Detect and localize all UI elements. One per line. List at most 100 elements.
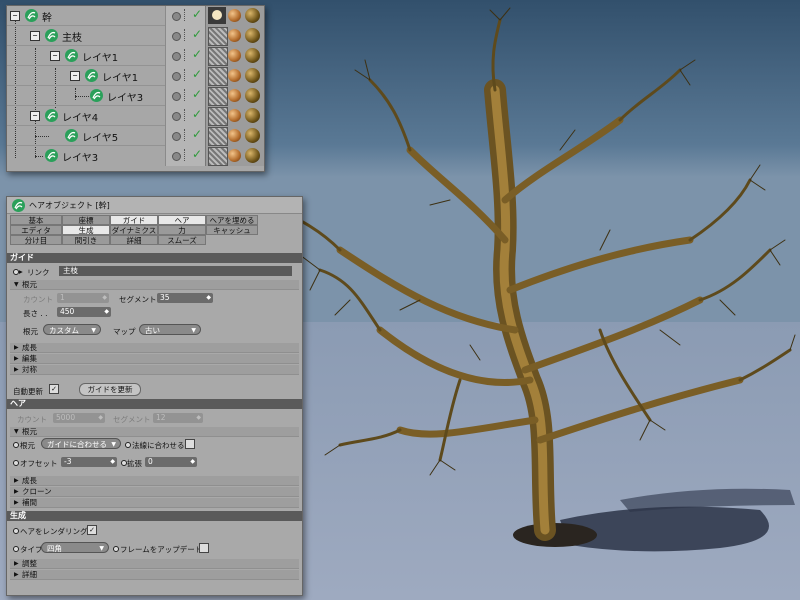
type-select[interactable]: 四角 ▼ [41, 542, 109, 553]
tab-hair[interactable]: ヘア [158, 215, 206, 225]
object-row-layer5[interactable]: レイヤ5 ✓ [7, 126, 264, 146]
object-row-trunk[interactable]: − 幹 ✓ [7, 6, 264, 26]
hair-material-icon[interactable] [208, 127, 228, 146]
extend-field[interactable]: 0 ◆ [145, 457, 197, 467]
enabled-check-icon[interactable]: ✓ [192, 47, 202, 61]
collapse-toggle[interactable]: − [10, 11, 20, 21]
collapse-toggle[interactable]: − [30, 111, 40, 121]
offset-animate-radio[interactable] [13, 460, 19, 466]
enabled-check-icon[interactable]: ✓ [192, 87, 202, 101]
group-clone[interactable]: ▶ クローン [10, 487, 299, 497]
tab-basic[interactable]: 基本 [10, 215, 62, 225]
render-dot[interactable] [184, 49, 189, 61]
group-root[interactable]: ▼ 根元 [10, 280, 299, 290]
tab-details[interactable]: 詳細 [110, 235, 158, 245]
auto-update-checkbox[interactable]: ✓ [49, 384, 59, 394]
enabled-check-icon[interactable]: ✓ [192, 147, 202, 161]
render-dot[interactable] [184, 149, 189, 161]
tab-fill-hair[interactable]: ヘアを埋める [206, 215, 258, 225]
object-row-layer3[interactable]: レイヤ3 ✓ [7, 86, 264, 106]
group-symmetry[interactable]: ▶ 対称 [10, 365, 299, 375]
material-ball-icon[interactable] [245, 48, 260, 63]
visibility-dot[interactable] [172, 32, 181, 41]
tab-editor[interactable]: エディタ [10, 225, 62, 235]
material-ball-icon[interactable] [245, 28, 260, 43]
guide-segment-field[interactable]: 35 ◆ [157, 293, 213, 303]
update-frame-checkbox[interactable] [199, 543, 209, 553]
group-hair-growth[interactable]: ▶ 成長 [10, 476, 299, 486]
link-field[interactable]: 主枝 [59, 266, 292, 276]
render-hair-checkbox[interactable]: ✓ [87, 525, 97, 535]
visibility-dot[interactable] [172, 132, 181, 141]
enabled-check-icon[interactable]: ✓ [192, 107, 202, 121]
enabled-check-icon[interactable]: ✓ [192, 67, 202, 81]
hair-material-icon[interactable] [208, 87, 228, 106]
root-animate-radio[interactable] [13, 442, 19, 448]
material-ball-icon[interactable] [228, 149, 241, 162]
material-ball-icon[interactable] [228, 29, 241, 42]
normal-animate-radio[interactable] [125, 442, 131, 448]
material-ball-icon[interactable] [245, 68, 260, 83]
collapse-toggle[interactable]: − [50, 51, 60, 61]
hair-material-icon[interactable] [208, 27, 228, 46]
visibility-dot[interactable] [172, 112, 181, 121]
length-field[interactable]: 450 ◆ [57, 307, 111, 317]
align-normal-checkbox[interactable] [185, 439, 195, 449]
enabled-check-icon[interactable]: ✓ [192, 7, 202, 21]
tab-parting[interactable]: 分け目 [10, 235, 62, 245]
material-ball-icon[interactable] [228, 89, 241, 102]
expand-arrow-icon[interactable]: ▸ [19, 267, 23, 276]
material-ball-icon[interactable] [228, 129, 241, 142]
collapse-toggle[interactable]: − [70, 71, 80, 81]
visibility-dot[interactable] [172, 92, 181, 101]
tab-force[interactable]: 力 [158, 225, 206, 235]
type-animate-radio[interactable] [13, 546, 19, 552]
tab-thinning[interactable]: 間引き [62, 235, 110, 245]
object-row-layer1[interactable]: − レイヤ1 ✓ [7, 46, 264, 66]
visibility-dot[interactable] [172, 12, 181, 21]
render-animate-radio[interactable] [13, 528, 19, 534]
material-ball-icon[interactable] [228, 109, 241, 122]
update-guides-button[interactable]: ガイドを更新 [79, 383, 141, 396]
render-dot[interactable] [184, 9, 189, 21]
offset-field[interactable]: -3 ◆ [61, 457, 117, 467]
hair-material-icon[interactable] [208, 67, 228, 86]
enabled-check-icon[interactable]: ✓ [192, 27, 202, 41]
hair-material-icon[interactable] [208, 107, 228, 126]
tab-coords[interactable]: 座標 [62, 215, 110, 225]
object-row-main-branch[interactable]: − 主枝 ✓ [7, 26, 264, 46]
material-ball-icon[interactable] [228, 69, 241, 82]
hair-material-icon[interactable] [208, 147, 228, 166]
tab-cache[interactable]: キャッシュ [206, 225, 258, 235]
hair-material-icon[interactable] [208, 47, 228, 66]
render-dot[interactable] [184, 109, 189, 121]
group-detail[interactable]: ▶ 詳細 [10, 570, 299, 580]
object-row-layer4[interactable]: − レイヤ4 ✓ [7, 106, 264, 126]
hair-root-select[interactable]: ガイドに合わせる ▼ [41, 438, 121, 449]
material-ball-icon[interactable] [245, 108, 260, 123]
group-growth[interactable]: ▶ 成長 [10, 343, 299, 353]
render-dot[interactable] [184, 69, 189, 81]
visibility-dot[interactable] [172, 52, 181, 61]
group-adjust[interactable]: ▶ 調整 [10, 559, 299, 569]
material-ball-icon[interactable] [245, 128, 260, 143]
render-dot[interactable] [184, 129, 189, 141]
material-ball-icon[interactable] [245, 88, 260, 103]
tab-dynamics[interactable]: ダイナミクス [110, 225, 158, 235]
render-dot[interactable] [184, 29, 189, 41]
enabled-check-icon[interactable]: ✓ [192, 127, 202, 141]
material-ball-icon[interactable] [245, 148, 260, 163]
object-row-layer3-b[interactable]: レイヤ3 ✓ [7, 146, 264, 166]
visibility-dot[interactable] [172, 152, 181, 161]
tab-generate[interactable]: 生成 [62, 225, 110, 235]
collapse-toggle[interactable]: − [30, 31, 40, 41]
tab-smooth[interactable]: スムーズ [158, 235, 206, 245]
object-row-layer1-child[interactable]: − レイヤ1 ✓ [7, 66, 264, 86]
frame-animate-radio[interactable] [113, 546, 119, 552]
group-hair-root[interactable]: ▼ 根元 [10, 427, 299, 437]
root-select[interactable]: カスタム ▼ [43, 324, 101, 335]
visibility-dot[interactable] [172, 72, 181, 81]
group-interpolation[interactable]: ▶ 補間 [10, 498, 299, 508]
map-select[interactable]: 古い ▼ [139, 324, 201, 335]
material-ball-icon[interactable] [228, 49, 241, 62]
